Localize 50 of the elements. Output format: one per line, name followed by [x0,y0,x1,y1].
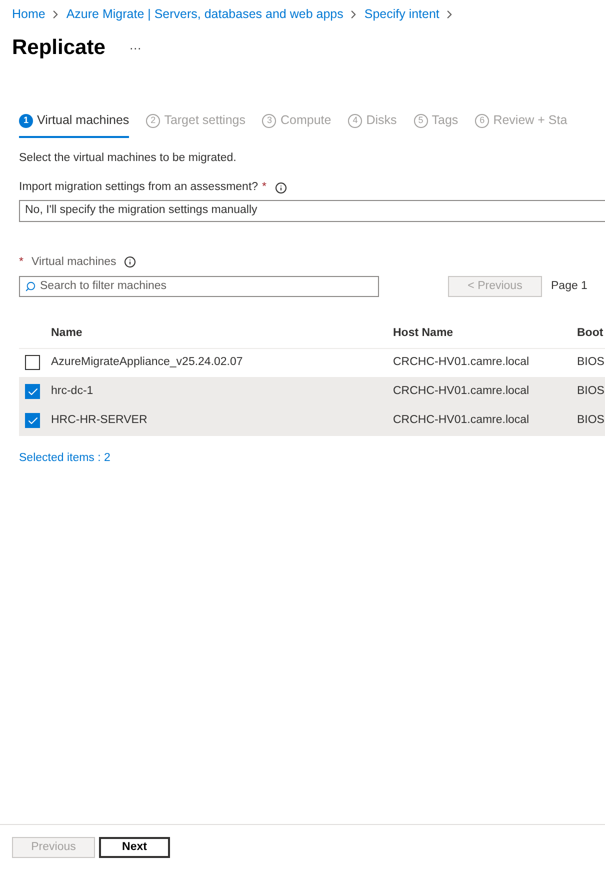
intro-text: Select the virtual machines to be migrated. [19,151,238,166]
page-indicator: Page 1 [551,278,588,294]
selected-count: Selected items : 2 [19,450,112,466]
breadcrumb-link[interactable]: Home [12,5,46,24]
check-icon [26,414,38,427]
column-header: Name [51,326,84,341]
required-mark: * [19,254,24,270]
step-tab[interactable]: 1 Virtual machines [19,109,130,138]
breadcrumb-link[interactable]: Azure Migrate | Servers, databases and web apps [66,5,344,24]
row-checkbox[interactable] [25,384,40,400]
table-cell-text: CRCHC-HV01.camre.local [393,384,530,400]
table-cell-text: HRC-HR-SERVER [51,413,148,428]
info-icon [274,182,287,194]
table-cell-text: AzureMigrateAppliance_v25.24.02.07 [51,355,244,370]
row-checkbox[interactable] [25,355,40,370]
step-tab[interactable]: 4 Disks [348,109,397,138]
table-row[interactable]: hrc-dc-1 CRCHC-HV01.camre.local BIOS [19,378,605,407]
table-cell-text: hrc-dc-1 [51,384,94,400]
step-number: 6 [475,114,490,128]
search-icon [25,280,36,292]
step-number: 5 [414,114,428,128]
breadcrumb-link[interactable]: Specify intent [364,5,440,24]
next-button[interactable]: Next [99,837,170,858]
column-header: Host Name [393,326,454,341]
required-mark: * [262,180,267,196]
row-checkbox[interactable] [25,413,40,428]
table-cell-text: BIOS [577,413,605,428]
page-title: Replicate [12,34,106,61]
step-number: 4 [348,114,362,128]
step-tab[interactable]: 3 Compute [262,109,332,138]
field-label: Import migration settings from an assessment? [19,180,258,196]
column-header: Boot [577,326,604,341]
step-number: 1 [19,114,33,128]
step-number: 3 [262,114,276,128]
step-tab[interactable]: 2 Target settings [146,109,246,138]
table-cell-text: BIOS [577,355,605,370]
table-row[interactable]: HRC-HR-SERVER CRCHC-HV01.camre.local BIOS [19,406,605,436]
step-tab[interactable]: 5 Tags [414,109,458,138]
search-input[interactable]: Search to filter machines [40,278,373,295]
dropdown-field[interactable]: No, I'll specify the migration settings manually [19,200,605,222]
table-cell-text: BIOS [577,384,605,400]
more-button[interactable]: ··· [129,38,142,56]
search-field[interactable]: Search to filter machines [19,276,379,297]
step-number: 2 [146,114,160,128]
info-icon [124,256,136,268]
check-icon [26,386,38,398]
table-cell-text: CRCHC-HV01.camre.local [393,413,530,428]
step-tab[interactable]: 6 Review + Sta [475,109,568,138]
table-cell-text: CRCHC-HV01.camre.local [393,355,530,370]
field-label: Virtual machines [31,254,116,270]
